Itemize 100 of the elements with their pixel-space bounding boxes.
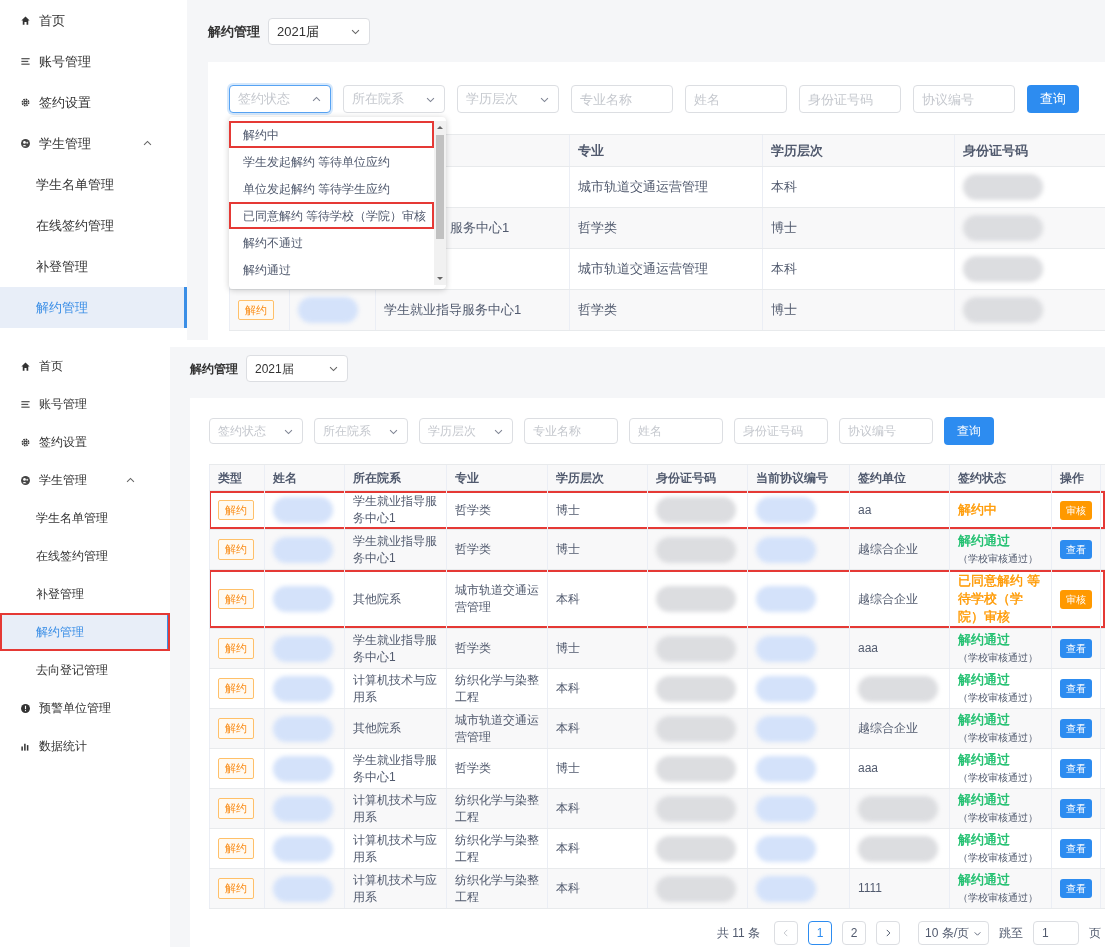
- blurred-text: [756, 715, 816, 742]
- column-header[interactable]: 签约状态: [958, 468, 1006, 487]
- dropdown-option[interactable]: 已同意解约 等待学校（学院）审核: [229, 202, 434, 229]
- user-group-icon: [20, 474, 31, 486]
- table-cell: 越综合企业: [858, 541, 918, 558]
- sidebar-item[interactable]: 预警单位管理: [0, 689, 170, 727]
- search-button[interactable]: 查询: [1027, 85, 1079, 113]
- page-unit: 页: [1089, 925, 1101, 942]
- blurred-text: [273, 675, 333, 702]
- column-header[interactable]: 学历层次: [771, 140, 823, 161]
- column-header[interactable]: 专业: [578, 140, 604, 161]
- year-select[interactable]: 2021届: [268, 18, 370, 45]
- page-button[interactable]: 2: [842, 921, 866, 945]
- status-note: （学校审核通过）: [958, 691, 1038, 705]
- action-button[interactable]: 查看: [1060, 639, 1092, 658]
- table-cell: 哲学类: [455, 640, 491, 657]
- dropdown-option[interactable]: 解约不通过: [229, 229, 434, 256]
- sidebar-item[interactable]: 在线签约管理: [0, 205, 187, 246]
- previous-page-button[interactable]: [774, 921, 798, 945]
- blurred-text: [756, 875, 816, 902]
- sidebar-item[interactable]: 学生管理: [0, 461, 170, 499]
- sidebar-item[interactable]: 账号管理: [0, 385, 170, 423]
- page-button[interactable]: 1: [808, 921, 832, 945]
- sidebar-item[interactable]: 首页: [0, 0, 187, 41]
- year-select[interactable]: 2021届: [246, 355, 348, 382]
- alert-icon: [20, 702, 31, 714]
- table-cell-text: 城市轨道交通运营管理: [578, 260, 708, 278]
- blurred-text: [756, 795, 816, 822]
- sidebar-item[interactable]: 签约设置: [0, 82, 187, 123]
- list-icon: [20, 398, 31, 410]
- table-cell: 本科: [556, 720, 580, 737]
- status-note: （学校审核通过）: [958, 651, 1038, 665]
- column-header[interactable]: 签约单位: [858, 468, 906, 487]
- action-button[interactable]: 查看: [1060, 759, 1092, 778]
- blurred-text: [273, 586, 333, 612]
- table-cell: aaa: [858, 640, 879, 657]
- blurred-text: [273, 635, 333, 662]
- action-button[interactable]: 查看: [1060, 799, 1092, 818]
- column-header[interactable]: 学历层次: [556, 468, 604, 487]
- page-size-select[interactable]: 10 条/页: [918, 921, 989, 945]
- tag: 解约: [218, 838, 254, 859]
- dropdown-option[interactable]: 解约中: [229, 121, 434, 148]
- sidebar-item[interactable]: 数据统计: [0, 727, 170, 765]
- blurred-text: [756, 755, 816, 782]
- sidebar-item[interactable]: 去向登记管理: [0, 651, 170, 689]
- sidebar-item[interactable]: 学生名单管理: [0, 499, 170, 537]
- table-cell: 学生就业指导服务中心1: [353, 532, 438, 567]
- action-button[interactable]: 查看: [1060, 540, 1092, 559]
- tag: 解约: [218, 539, 254, 560]
- column-header[interactable]: 所在院系: [353, 468, 401, 487]
- table-cell: 学生就业指导服务中心1: [353, 751, 438, 786]
- table-cell: 哲学类: [455, 760, 491, 777]
- action-button[interactable]: 查看: [1060, 879, 1092, 898]
- status-text: 解约通过: [958, 792, 1010, 807]
- table-cell: 博士: [556, 501, 580, 519]
- table-cell: 越综合企业: [858, 720, 918, 737]
- table-cell: 其他院系: [353, 720, 401, 737]
- next-page-button[interactable]: [876, 921, 900, 945]
- table-cell-text: 哲学类: [578, 219, 617, 237]
- tag: 解约: [218, 499, 254, 521]
- sidebar-item[interactable]: 学生管理: [0, 123, 187, 164]
- home-icon: [20, 360, 31, 372]
- action-button[interactable]: 查看: [1060, 839, 1092, 858]
- dropdown-option[interactable]: 学生发起解约 等待单位应约: [229, 148, 434, 175]
- table-cell: aa: [858, 501, 872, 519]
- column-header[interactable]: 身份证号码: [656, 468, 716, 487]
- dropdown-option[interactable]: 单位发起解约 等待学生应约: [229, 175, 434, 202]
- sidebar-item[interactable]: 在线签约管理: [0, 537, 170, 575]
- tag: 解约: [218, 588, 254, 610]
- table-cell-text: 本科: [771, 260, 797, 278]
- sidebar-item[interactable]: 首页: [0, 347, 170, 385]
- tag: 解约: [218, 678, 254, 699]
- column-header[interactable]: 身份证号码: [963, 140, 1028, 161]
- blurred-text: [273, 536, 333, 563]
- action-button[interactable]: 查看: [1060, 719, 1092, 738]
- sidebar-item[interactable]: 签约设置: [0, 423, 170, 461]
- column-header[interactable]: 专业: [455, 468, 479, 487]
- blurred-text: [273, 795, 333, 822]
- filter-input[interactable]: 专业名称: [571, 85, 673, 113]
- column-header[interactable]: 类型: [218, 468, 242, 487]
- table-cell: 纺织化学与染整工程: [455, 791, 539, 826]
- table-cell: 计算机技术与应用系: [353, 871, 438, 906]
- blurred-text: [273, 755, 333, 782]
- sidebar-item[interactable]: 账号管理: [0, 41, 187, 82]
- search-button[interactable]: 查询: [944, 417, 994, 445]
- total-count: 共 11 条: [716, 925, 760, 942]
- table-cell: 博士: [556, 760, 580, 777]
- sidebar-item[interactable]: 补登管理: [0, 246, 187, 287]
- column-header[interactable]: 操作: [1060, 468, 1084, 487]
- action-button[interactable]: 查看: [1060, 679, 1092, 698]
- column-header[interactable]: 姓名: [273, 468, 297, 487]
- page-jump-input[interactable]: 1: [1033, 921, 1079, 945]
- sidebar-item[interactable]: 补登管理: [0, 575, 170, 613]
- table-cell: 博士: [556, 640, 580, 657]
- column-header[interactable]: 当前协议编号: [756, 468, 828, 487]
- sidebar-item[interactable]: 学生名单管理: [0, 164, 187, 205]
- status-note: （学校审核通过）: [958, 731, 1038, 745]
- user-group-icon: [20, 138, 31, 149]
- status-text: 解约中: [958, 502, 997, 517]
- dropdown-option[interactable]: 解约通过: [229, 256, 434, 283]
